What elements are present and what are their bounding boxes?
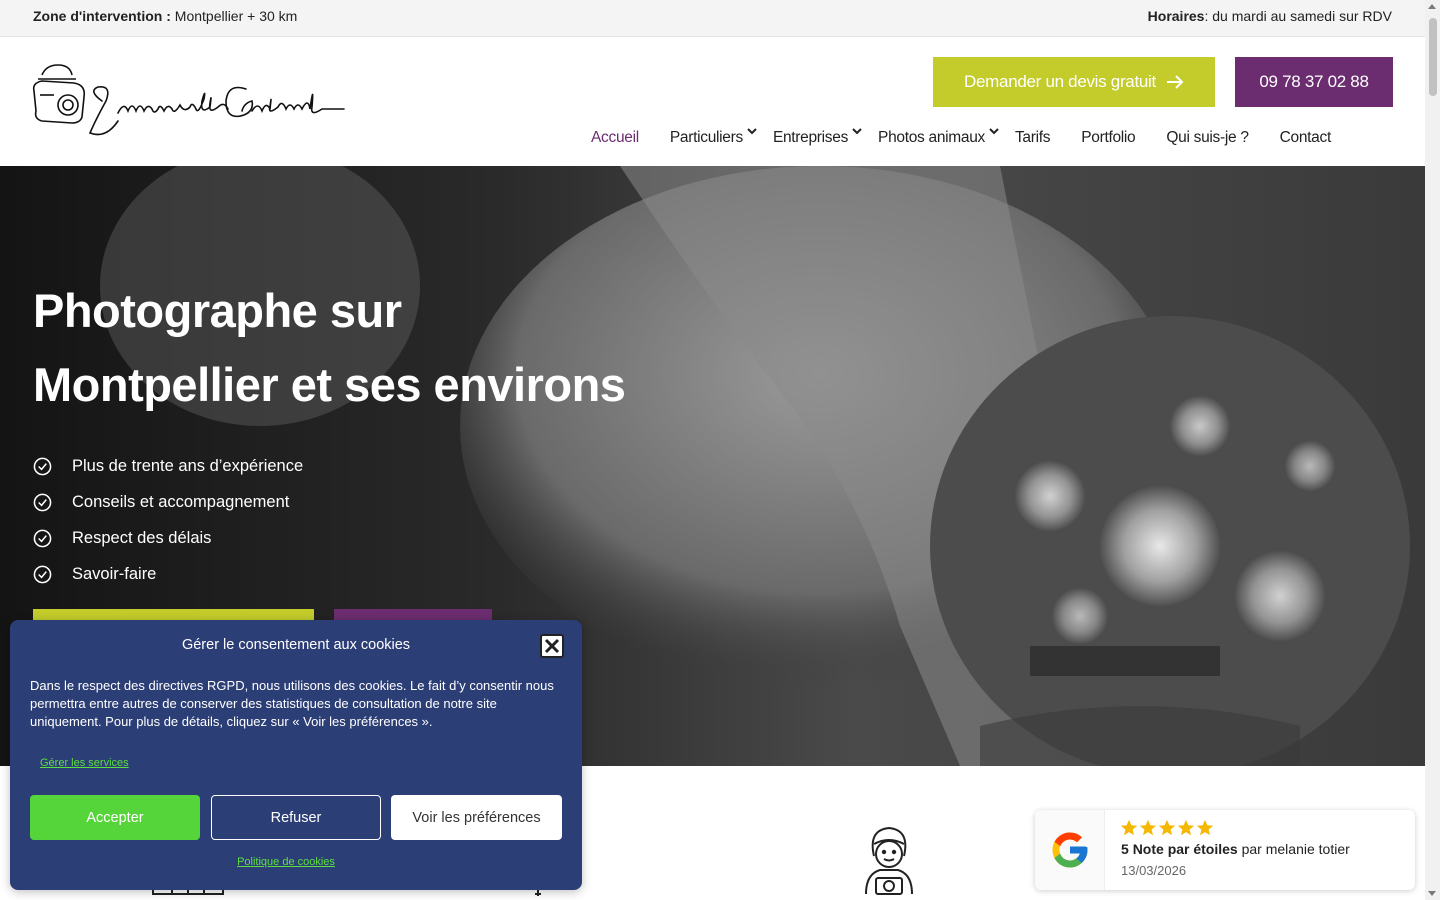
site-header: Demander un devis gratuit 09 78 37 02 88… <box>0 37 1425 166</box>
google-review-widget[interactable]: 5 Note par étoiles par melanie totier 13… <box>1035 810 1415 890</box>
hero-bullet-text: Plus de trente ans d’expérience <box>72 456 304 475</box>
nav-item-portfolio[interactable]: Portfolio <box>1081 129 1135 149</box>
google-icon <box>1052 832 1088 868</box>
hero-bullet: Conseils et accompagnement <box>33 484 303 520</box>
phone-label: 09 78 37 02 88 <box>1259 72 1369 91</box>
phone-button[interactable]: 09 78 37 02 88 <box>1235 57 1393 107</box>
nav-item-accueil[interactable]: Accueil <box>591 129 639 149</box>
hero-bullet: Savoir-faire <box>33 556 303 592</box>
service-area-label: Zone d'intervention : <box>33 8 171 24</box>
cookie-consent-dialog: Gérer le consentement aux cookies Dans l… <box>10 620 582 890</box>
service-area-value: Montpellier + 30 km <box>174 8 298 24</box>
nav-item-entreprises[interactable]: Entreprises <box>772 128 862 149</box>
chevron-down-icon[interactable] <box>746 125 758 137</box>
request-quote-button[interactable]: Demander un devis gratuit <box>933 57 1215 107</box>
chevron-down-icon[interactable] <box>988 125 1000 137</box>
nav-label: Particuliers <box>669 129 743 146</box>
hero-bullet: Plus de trente ans d’expérience <box>33 448 303 484</box>
star-icon <box>1177 819 1195 836</box>
nav-label: Contact <box>1279 129 1332 146</box>
nav-label: Qui suis-je ? <box>1166 129 1249 146</box>
hero-title-line1: Photographe sur <box>33 284 402 337</box>
cookie-refuse-button[interactable]: Refuser <box>211 795 381 840</box>
site-logo[interactable] <box>32 61 348 141</box>
cookie-preferences-label: Voir les préférences <box>412 809 541 826</box>
service-area: Zone d'intervention : Montpellier + 30 k… <box>33 8 297 24</box>
nav-label: Tarifs <box>1014 129 1051 146</box>
review-score: 5 <box>1121 841 1129 857</box>
check-circle-icon <box>33 565 52 583</box>
star-icon <box>1196 819 1214 836</box>
opening-hours-value: : du mardi au samedi sur RDV <box>1204 8 1392 24</box>
nav-label: Accueil <box>591 129 639 146</box>
nav-item-particuliers[interactable]: Particuliers <box>669 128 757 149</box>
cookie-dialog-text: Dans le respect des directives RGPD, nou… <box>30 678 554 729</box>
page-scrollbar[interactable] <box>1425 0 1440 900</box>
star-icon <box>1120 819 1138 836</box>
scrollbar-thumb[interactable] <box>1429 18 1437 96</box>
scroll-down-arrow-icon[interactable] <box>1428 891 1436 896</box>
arrow-right-icon <box>1166 75 1184 89</box>
nav-item-tarifs[interactable]: Tarifs <box>1014 129 1051 149</box>
close-icon <box>544 638 560 654</box>
hero-bullet: Respect des délais <box>33 520 303 556</box>
main-navigation: Accueil Particuliers Entreprises Photos … <box>591 128 1362 149</box>
cookie-close-button[interactable] <box>540 634 564 658</box>
rating-stars <box>1120 819 1214 837</box>
cookie-policy-link[interactable]: Politique de cookies <box>10 856 562 868</box>
hero-title: Photographe sur Montpellier et ses envir… <box>33 274 626 422</box>
nav-label: Portfolio <box>1081 129 1136 146</box>
nav-item-contact[interactable]: Contact <box>1279 129 1332 149</box>
cookie-accept-button[interactable]: Accepter <box>30 795 200 840</box>
opening-hours: Horaires: du mardi au samedi sur RDV <box>1148 8 1392 24</box>
hero-bullet-text: Respect des délais <box>72 528 212 547</box>
review-score-label: Note par étoiles <box>1132 841 1238 857</box>
hero-bullet-list: Plus de trente ans d’expérience Conseils… <box>33 448 303 592</box>
check-circle-icon <box>33 493 52 511</box>
check-circle-icon <box>33 529 52 547</box>
cookie-accept-label: Accepter <box>86 809 144 826</box>
opening-hours-label: Horaires <box>1147 8 1205 24</box>
cookie-refuse-label: Refuser <box>270 809 322 826</box>
top-info-bar: Zone d'intervention : Montpellier + 30 k… <box>0 0 1425 37</box>
nav-label: Entreprises <box>772 129 849 146</box>
review-date: 13/03/2026 <box>1121 863 1187 878</box>
request-quote-label: Demander un devis gratuit <box>964 72 1156 91</box>
hero-title-line2: Montpellier et ses environs <box>33 358 626 411</box>
manage-services-link[interactable]: Gérer les services <box>40 757 129 769</box>
hero-bullet-text: Conseils et accompagnement <box>72 492 290 511</box>
review-summary: 5 Note par étoiles par melanie totier <box>1121 841 1350 857</box>
nav-label: Photos animaux <box>878 129 985 146</box>
nav-item-qui-suis-je[interactable]: Qui suis-je ? <box>1166 129 1249 149</box>
review-author: par melanie totier <box>1241 841 1350 857</box>
google-logo-box <box>1035 810 1105 890</box>
check-circle-icon <box>33 457 52 475</box>
photographer-icon <box>865 826 913 895</box>
chevron-down-icon[interactable] <box>851 125 863 137</box>
scroll-up-arrow-icon[interactable] <box>1428 4 1436 9</box>
nav-item-photos-animaux[interactable]: Photos animaux <box>878 128 999 149</box>
cookie-preferences-button[interactable]: Voir les préférences <box>391 795 562 840</box>
hero-bullet-text: Savoir-faire <box>72 564 157 583</box>
cookie-dialog-title: Gérer le consentement aux cookies <box>181 637 411 653</box>
star-icon <box>1158 819 1176 836</box>
star-icon <box>1139 819 1157 836</box>
